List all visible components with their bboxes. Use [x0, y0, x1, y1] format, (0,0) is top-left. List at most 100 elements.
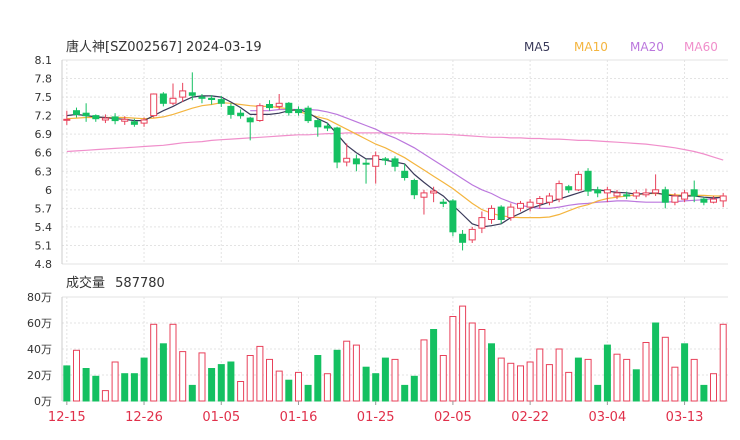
- candle-body-up: [140, 119, 148, 124]
- volume-bar-down: [217, 364, 225, 402]
- candle-body-up: [536, 198, 544, 204]
- candle: [372, 151, 380, 184]
- volume-bar-up: [266, 358, 273, 402]
- candle: [478, 211, 486, 234]
- candle: [159, 92, 167, 107]
- candle: [430, 186, 438, 203]
- candle-body-up: [420, 192, 428, 198]
- candle-body-down: [314, 120, 322, 128]
- candle-body-down: [130, 121, 138, 125]
- line-ma60: [66, 132, 724, 161]
- date-tick-label: 12-15: [48, 410, 86, 425]
- volume-bar-up: [198, 352, 206, 402]
- candle-body-down: [497, 206, 505, 221]
- volume-bar-up: [545, 364, 553, 402]
- candle-body-down: [584, 170, 592, 192]
- volume-bar-up: [536, 348, 544, 402]
- candle: [295, 106, 302, 116]
- price-tick-label: 7.8: [35, 73, 53, 86]
- candle: [237, 109, 245, 119]
- volume-bar-down: [488, 343, 495, 402]
- date-tick-label: 02-05: [434, 410, 472, 425]
- candle: [652, 174, 660, 196]
- candle: [497, 205, 505, 224]
- volume-bar-down: [285, 379, 293, 402]
- volume-bar-down: [63, 365, 71, 402]
- candle: [420, 189, 428, 215]
- candle-body-up: [710, 198, 717, 203]
- candle-body-down: [208, 97, 216, 101]
- volume-bar-up: [323, 373, 331, 402]
- candle: [661, 186, 669, 209]
- candle: [603, 186, 611, 203]
- candle: [92, 114, 100, 122]
- candle-body-down: [391, 158, 399, 167]
- volume-bar-down: [700, 384, 708, 402]
- volume-bar-down: [430, 329, 438, 402]
- candle-body-up: [681, 192, 689, 200]
- volume-bar-up: [179, 351, 187, 402]
- candle: [63, 110, 71, 125]
- candle-body-up: [671, 195, 679, 203]
- date-tick-label: 12-26: [125, 410, 163, 425]
- candle: [565, 184, 573, 193]
- candle-body-up: [545, 195, 553, 203]
- volume-bar-up: [613, 353, 621, 402]
- candle-body-down: [188, 92, 196, 96]
- volume-bar-down: [372, 373, 380, 402]
- candle: [323, 123, 331, 132]
- volume-bar-down: [401, 384, 409, 402]
- candle: [449, 199, 457, 237]
- candle: [82, 103, 90, 122]
- volume-bar-up: [295, 371, 302, 402]
- candle-body-down: [381, 158, 389, 161]
- candle: [555, 180, 563, 203]
- candle-body-down: [227, 105, 235, 115]
- candle-body-up: [275, 102, 283, 107]
- price-axis: 8.1 7.8 7.5 7.2 6.9 6.6 6.3 6 5.7 5.4 5.1 4.8: [35, 54, 53, 271]
- candle-body-up: [121, 118, 129, 122]
- volume-bar-down: [314, 355, 322, 402]
- price-tick-label: 4.8: [35, 258, 53, 271]
- candle-body-down: [92, 115, 100, 120]
- candle-body-up: [642, 192, 650, 196]
- volume-bar-down: [681, 343, 689, 402]
- candle-body-down: [304, 107, 312, 122]
- volume-bar-up: [555, 348, 563, 402]
- volume-bar-up: [507, 362, 515, 402]
- candle: [169, 83, 177, 106]
- volume-bar-down: [574, 357, 582, 402]
- price-tick-label: 6: [45, 184, 52, 197]
- date-tick-label: 03-13: [666, 410, 704, 425]
- volume-bar-down: [410, 375, 418, 402]
- volume-label: 成交量 587780: [66, 275, 165, 291]
- candle-body-down: [449, 200, 457, 233]
- candle-body-down: [690, 189, 698, 197]
- candle-body-down: [623, 194, 631, 197]
- candle-body-down: [401, 170, 409, 179]
- volume-bar-up: [73, 349, 80, 402]
- candle-body-down: [459, 233, 467, 243]
- candle-body-up: [613, 192, 621, 197]
- candle: [574, 171, 582, 192]
- volume-bar-up: [256, 345, 264, 402]
- volume-bar-up: [420, 339, 428, 402]
- volume-bar-up: [642, 342, 650, 402]
- candle-body-down: [82, 112, 90, 117]
- date-tick-label: 01-05: [202, 410, 240, 425]
- candle: [594, 186, 602, 198]
- volume-tick-label: 60万: [27, 317, 52, 330]
- candle-body-up: [478, 217, 486, 229]
- volume-bar-up: [439, 355, 447, 402]
- price-tick-label: 6.9: [35, 128, 53, 141]
- volume-bar-down: [333, 349, 341, 402]
- candle-body-up: [430, 190, 438, 194]
- candle-body-down: [661, 189, 669, 203]
- legend-ma5: MA5: [524, 40, 550, 54]
- price-tick-label: 7.2: [35, 110, 53, 123]
- price-tick-label: 8.1: [35, 54, 53, 67]
- volume-bar-down: [362, 366, 370, 402]
- volume-bar-up: [565, 371, 573, 402]
- candle-body-down: [295, 109, 302, 114]
- volume-bar-down: [188, 384, 196, 402]
